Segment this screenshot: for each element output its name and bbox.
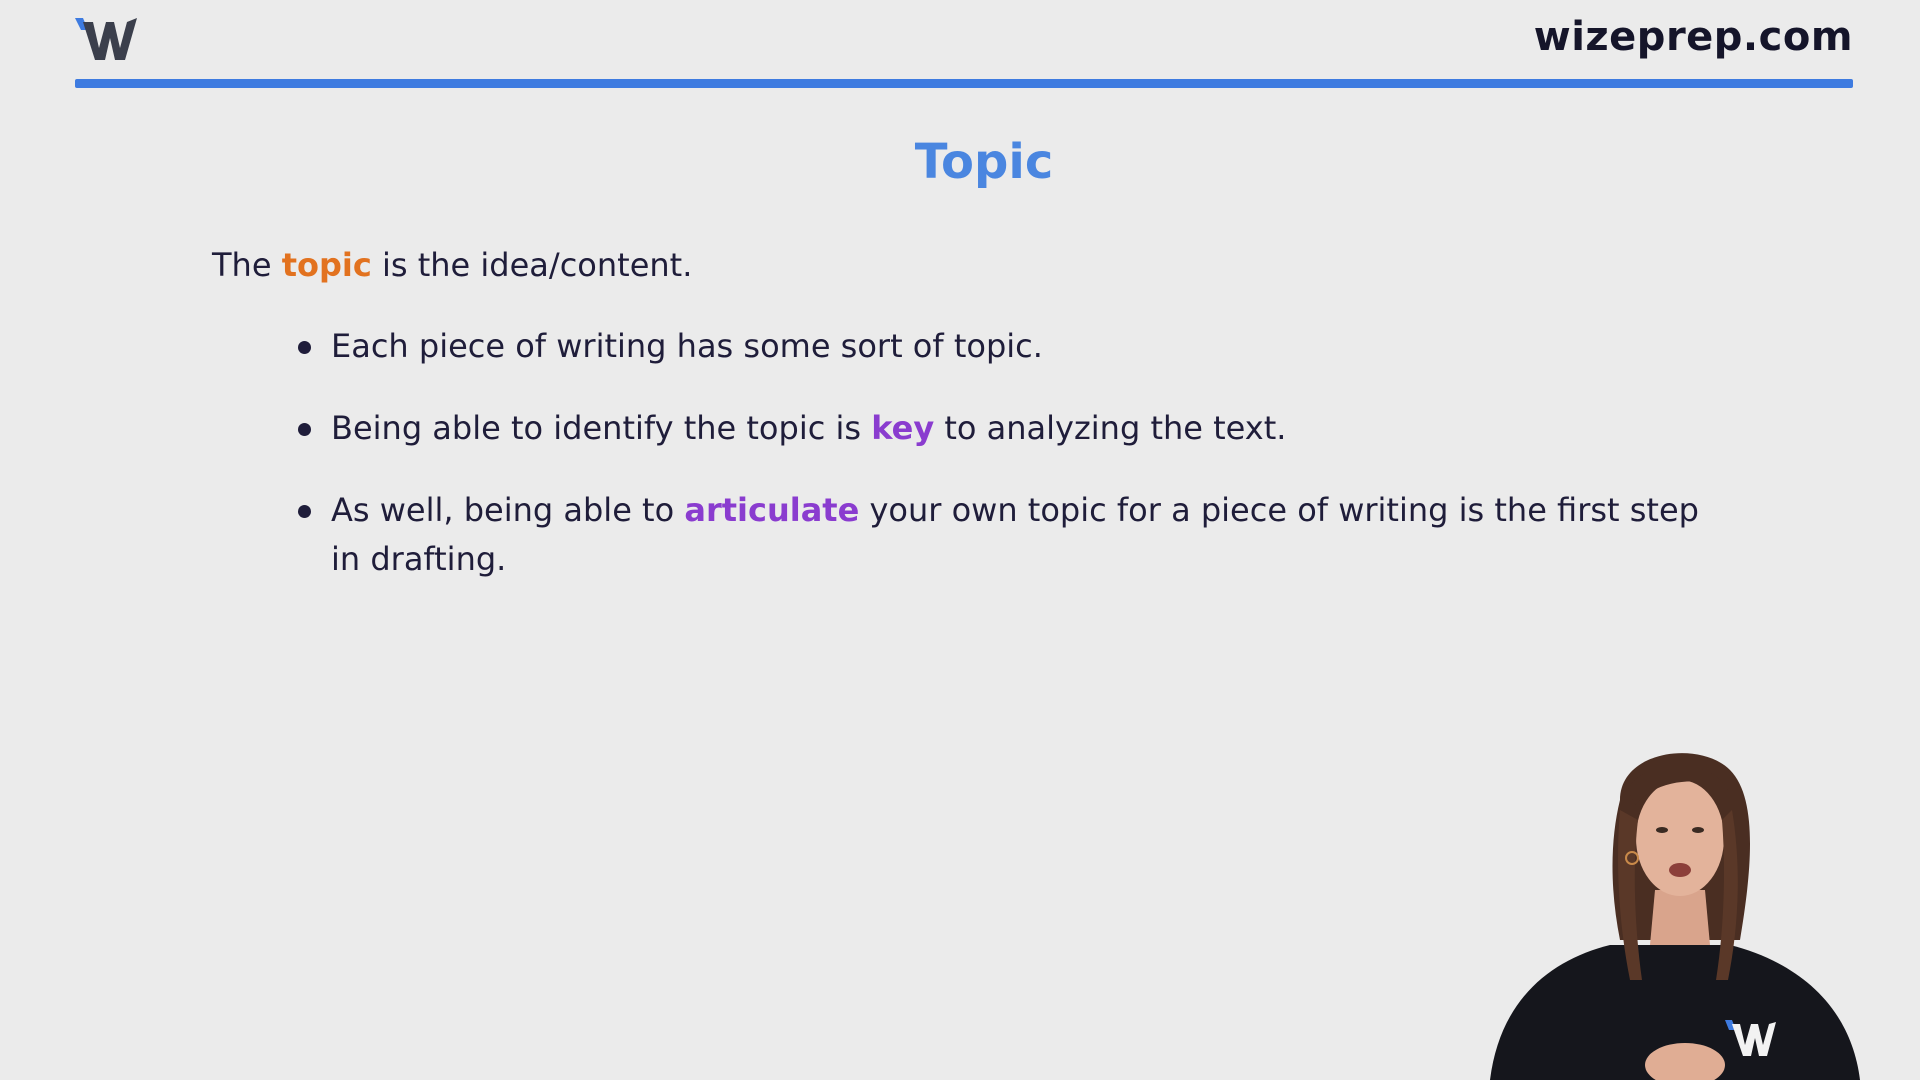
- lesson-slide: wizeprep.com Topic The topic is the idea…: [0, 0, 1920, 1080]
- wizeprep-w-logo-icon: [75, 18, 137, 60]
- intro-highlight: topic: [281, 246, 372, 284]
- header-divider: [75, 79, 1853, 88]
- intro-sentence: The topic is the idea/content.: [212, 246, 692, 284]
- bullet-text-before: Being able to identify the topic is: [331, 409, 872, 447]
- intro-text-before: The: [212, 246, 282, 284]
- bullet-dot-icon: [298, 341, 311, 354]
- intro-text-after: is the idea/content.: [371, 246, 693, 284]
- presenter-avatar-icon: [1490, 753, 1860, 1080]
- bullet-text-before: As well, being able to: [331, 491, 685, 529]
- bullet-highlight: articulate: [684, 491, 860, 529]
- slide-header: wizeprep.com: [75, 0, 1853, 90]
- site-url[interactable]: wizeprep.com: [1534, 14, 1853, 60]
- bullet-dot-icon: [298, 423, 311, 436]
- slide-title: Topic: [914, 134, 1054, 190]
- list-item: Being able to identify the topic is key …: [290, 404, 1710, 453]
- list-item: As well, being able to articulate your o…: [290, 486, 1710, 584]
- bullet-highlight: key: [871, 409, 935, 447]
- bullet-text-before: Each piece of writing has some sort of t…: [331, 327, 1043, 365]
- list-item: Each piece of writing has some sort of t…: [290, 322, 1710, 371]
- bullet-dot-icon: [298, 505, 311, 518]
- bullet-text-after: to analyzing the text.: [934, 409, 1287, 447]
- bullet-list: Each piece of writing has some sort of t…: [290, 322, 1710, 617]
